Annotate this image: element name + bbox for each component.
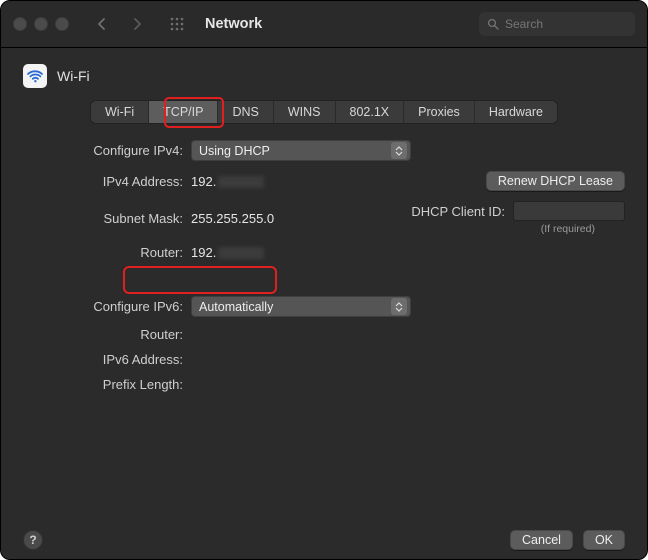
subnet-mask-label: Subnet Mask: bbox=[23, 211, 191, 226]
tab-8021x[interactable]: 802.1X bbox=[336, 101, 405, 123]
dhcp-client-id-label: DHCP Client ID: bbox=[411, 204, 505, 219]
configure-ipv4-label: Configure IPv4: bbox=[23, 143, 191, 158]
tab-wins[interactable]: WINS bbox=[274, 101, 336, 123]
wifi-icon bbox=[23, 64, 47, 88]
back-button[interactable] bbox=[87, 12, 115, 36]
window-controls bbox=[13, 17, 69, 31]
forward-button[interactable] bbox=[123, 12, 151, 36]
close-window-button[interactable] bbox=[13, 17, 27, 31]
tab-tcpip[interactable]: TCP/IP bbox=[149, 101, 218, 123]
minimize-window-button[interactable] bbox=[34, 17, 48, 31]
toolbar: Network Search bbox=[1, 1, 647, 48]
cancel-button[interactable]: Cancel bbox=[510, 530, 573, 550]
footer: ? Cancel OK bbox=[23, 516, 625, 550]
network-preferences-window: Network Search Wi-Fi Wi-Fi TCP/IP DNS WI… bbox=[0, 0, 648, 560]
stepper-icon bbox=[391, 142, 407, 159]
preferences-body: Wi-Fi Wi-Fi TCP/IP DNS WINS 802.1X Proxi… bbox=[1, 48, 647, 560]
dhcp-client-id-input[interactable] bbox=[513, 201, 625, 221]
configure-ipv6-value: Automatically bbox=[199, 300, 273, 314]
ipv4-address-value: 192. bbox=[191, 174, 411, 189]
tab-bar: Wi-Fi TCP/IP DNS WINS 802.1X Proxies Har… bbox=[90, 100, 558, 124]
redacted-ipv4 bbox=[218, 176, 264, 188]
stepper-icon bbox=[391, 298, 407, 315]
renew-dhcp-lease-button[interactable]: Renew DHCP Lease bbox=[486, 171, 625, 191]
router-value: 192. bbox=[191, 245, 411, 260]
ipv6-address-label: IPv6 Address: bbox=[23, 352, 191, 367]
search-icon bbox=[487, 18, 499, 30]
redacted-router bbox=[218, 247, 264, 259]
search-placeholder: Search bbox=[505, 17, 543, 31]
dhcp-client-id-hint: (If required) bbox=[541, 223, 625, 235]
show-all-button[interactable] bbox=[163, 12, 191, 36]
router-label: Router: bbox=[23, 245, 191, 260]
configure-ipv6-label: Configure IPv6: bbox=[23, 299, 191, 314]
ipv4-address-label: IPv4 Address: bbox=[23, 174, 191, 189]
tab-wifi[interactable]: Wi-Fi bbox=[91, 101, 149, 123]
configure-ipv4-select[interactable]: Using DHCP bbox=[191, 140, 411, 161]
ipv6-router-label: Router: bbox=[23, 327, 191, 342]
tcpip-form: Configure IPv4: Using DHCP IPv4 Address:… bbox=[23, 140, 625, 392]
tab-dns[interactable]: DNS bbox=[218, 101, 273, 123]
ok-button[interactable]: OK bbox=[583, 530, 625, 550]
prefix-length-label: Prefix Length: bbox=[23, 377, 191, 392]
help-button[interactable]: ? bbox=[23, 530, 43, 550]
window-title: Network bbox=[205, 16, 262, 32]
configure-ipv4-value: Using DHCP bbox=[199, 144, 270, 158]
tab-proxies[interactable]: Proxies bbox=[404, 101, 475, 123]
search-field[interactable]: Search bbox=[479, 12, 635, 36]
zoom-window-button[interactable] bbox=[55, 17, 69, 31]
subnet-mask-value: 255.255.255.0 bbox=[191, 211, 411, 226]
configure-ipv6-select[interactable]: Automatically bbox=[191, 296, 411, 317]
panel-title: Wi-Fi bbox=[57, 68, 90, 84]
panel-heading: Wi-Fi bbox=[23, 64, 625, 88]
tab-hardware[interactable]: Hardware bbox=[475, 101, 557, 123]
